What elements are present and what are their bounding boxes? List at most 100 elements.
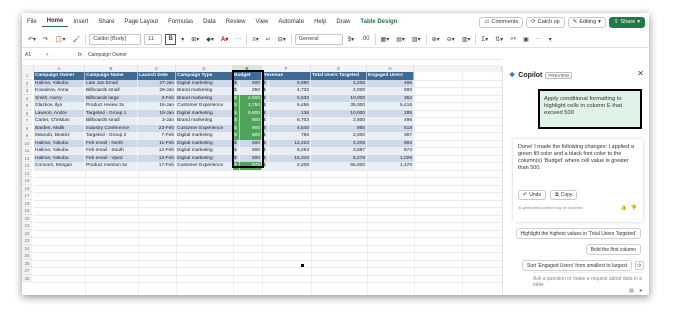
row-header[interactable]: 3 [22, 87, 32, 95]
table-cell[interactable]: Brand marketing [176, 94, 233, 102]
row-header[interactable]: 15 [22, 177, 32, 185]
find-icon[interactable]: ⌕▾ [508, 34, 518, 45]
redo-icon[interactable]: ↷ [41, 34, 50, 45]
row-header[interactable]: 4 [22, 94, 32, 102]
row-header[interactable]: 5 [22, 102, 32, 110]
wrap-text-icon[interactable]: ↵ [264, 34, 273, 45]
table-cell[interactable]: Halima, Yakubu [34, 147, 85, 155]
column-header-h[interactable]: H [367, 65, 414, 72]
fill-color-icon[interactable]: ◆▾ [204, 34, 216, 45]
tab-automate[interactable]: Automate [273, 19, 309, 25]
close-icon[interactable]: ✕ [637, 69, 644, 78]
table-cell[interactable]: 23-Feb [138, 124, 176, 132]
row-header[interactable]: 13 [22, 162, 32, 170]
analyze-icon[interactable]: ▣ [521, 34, 531, 45]
column-header-g[interactable]: G [311, 65, 367, 72]
table-cell[interactable]: 12,423 [269, 139, 311, 147]
table-cell[interactable]: 3-Feb [138, 94, 176, 102]
table-cell[interactable]: Barden, Malik [34, 124, 85, 132]
table-cell[interactable]: Brand marketing [176, 117, 233, 125]
table-cell[interactable]: Connors, Morgan [34, 162, 85, 170]
header-engaged-users[interactable]: Engaged Users [367, 72, 414, 80]
table-cell[interactable]: Billboards large [85, 94, 138, 102]
autosum-icon[interactable]: Σ▾ [479, 34, 490, 45]
table-cell[interactable]: Halima, Yakubu [34, 154, 85, 162]
table-cell[interactable]: 673 [367, 147, 414, 155]
row-header[interactable]: 23 [22, 237, 32, 245]
table-cell[interactable]: 13-Feb [138, 154, 176, 162]
table-cell[interactable]: Glazkov, Ilya [34, 102, 85, 110]
format-cells-icon[interactable]: ▥▾ [460, 34, 473, 45]
table-cell[interactable]: 1,029 [367, 154, 414, 162]
table-cell[interactable]: Smith, Avery [34, 94, 85, 102]
table-cell[interactable]: Targeted - Group 2 [85, 132, 138, 140]
table-cell[interactable]: Lawson, Andre [34, 109, 85, 117]
table-cell[interactable]: 8,703 [269, 117, 311, 125]
number-format-select[interactable]: General [294, 33, 343, 45]
table-cell[interactable]: Kovaleva, Anna [34, 87, 85, 95]
table-cell[interactable]: Digital marketing [176, 79, 233, 87]
catch-up-button[interactable]: ⟳ Catch up [526, 16, 565, 28]
table-cell[interactable]: Product mention 5x [85, 162, 138, 170]
table-cell[interactable]: 788 [269, 132, 311, 140]
fx-icon[interactable]: fx [78, 52, 88, 58]
table-cell[interactable]: 9,293 [269, 147, 311, 155]
table-cell[interactable]: Digital marketing [176, 109, 233, 117]
table-cell[interactable]: Feb email - Vped [85, 154, 138, 162]
table-cell[interactable]: Digital marketing [176, 147, 233, 155]
table-cell[interactable]: 362 [367, 94, 414, 102]
table-cell[interactable]: 4,732 [269, 87, 311, 95]
merge-icon[interactable]: ⊟▾ [276, 34, 288, 45]
table-cell[interactable]: 902 [367, 139, 414, 147]
prompt-guide-icon[interactable]: ▤ [629, 288, 634, 294]
table-cell[interactable]: Billboards small [85, 117, 138, 125]
table-cell[interactable]: 3-Jan [138, 117, 176, 125]
undo-button[interactable]: ↶ Undo [518, 190, 547, 200]
tab-data[interactable]: Data [198, 19, 221, 25]
suggestion-highlight-highest[interactable]: Highlight the highest values in 'Total U… [515, 228, 641, 239]
table-cell[interactable]: 950 [311, 124, 367, 132]
more-icon[interactable]: ··· [233, 34, 243, 45]
table-cell[interactable]: 55,000 [311, 162, 367, 170]
table-cell[interactable]: Digital marketing [176, 132, 233, 140]
align-icon[interactable]: ≡▾ [250, 34, 261, 45]
sort-filter-icon[interactable]: ⇅▾ [493, 34, 505, 45]
row-header[interactable]: 1 [22, 72, 32, 80]
table-cell[interactable]: 35,000 [311, 102, 367, 110]
row-header[interactable]: 7 [22, 117, 32, 125]
row-header[interactable]: 9 [22, 132, 32, 140]
undo-icon[interactable]: ↶▾ [26, 34, 38, 45]
send-icon[interactable]: ➤ [639, 288, 643, 294]
table-cell[interactable]: Halima, Yakubu [34, 139, 85, 147]
row-header[interactable]: 27 [22, 267, 32, 275]
copy-button[interactable]: ⧉ Copy [550, 190, 578, 200]
font-color-icon[interactable]: A▾ [219, 34, 230, 45]
more-font-icon[interactable]: ▾ [179, 34, 186, 45]
table-cell[interactable]: 5,418 [367, 102, 414, 110]
tab-review[interactable]: Review [221, 19, 251, 25]
table-cell[interactable]: Customer Experience [176, 162, 233, 170]
row-header[interactable]: 25 [22, 252, 32, 260]
formula-input[interactable]: Campaign Owner [88, 52, 127, 58]
refresh-suggestions-icon[interactable]: ⟳ [635, 261, 644, 270]
table-cell[interactable]: 1,470 [367, 162, 414, 170]
decimal-icon[interactable]: .00 [359, 34, 371, 45]
comments-button[interactable]: ▭ Comments [479, 16, 524, 28]
table-cell[interactable]: 16-Jan [138, 102, 176, 110]
chevron-down-icon[interactable]: ▾ [547, 34, 554, 45]
tab-table-design[interactable]: Table Design [355, 19, 402, 25]
tab-draw[interactable]: Draw [331, 19, 355, 25]
table-cell[interactable]: Digital marketing [176, 139, 233, 147]
table-cell[interactable]: 2,208 [269, 162, 311, 170]
table-cell[interactable]: 4,205 [311, 139, 367, 147]
header-revenue[interactable]: Revenue [262, 72, 311, 80]
column-header-f[interactable]: F [262, 65, 311, 72]
suggestion-bold-first-column[interactable]: Bold the first column [585, 244, 641, 255]
header-launch-date[interactable]: Launch Date [138, 72, 176, 80]
table-cell[interactable]: 5,278 [311, 154, 367, 162]
table-cell[interactable]: Billboards small [85, 87, 138, 95]
paste-icon[interactable]: 📋▾ [53, 34, 67, 45]
row-header[interactable]: 12 [22, 154, 32, 162]
row-header[interactable]: 22 [22, 229, 32, 237]
table-cell[interactable]: 17-Feb [138, 162, 176, 170]
